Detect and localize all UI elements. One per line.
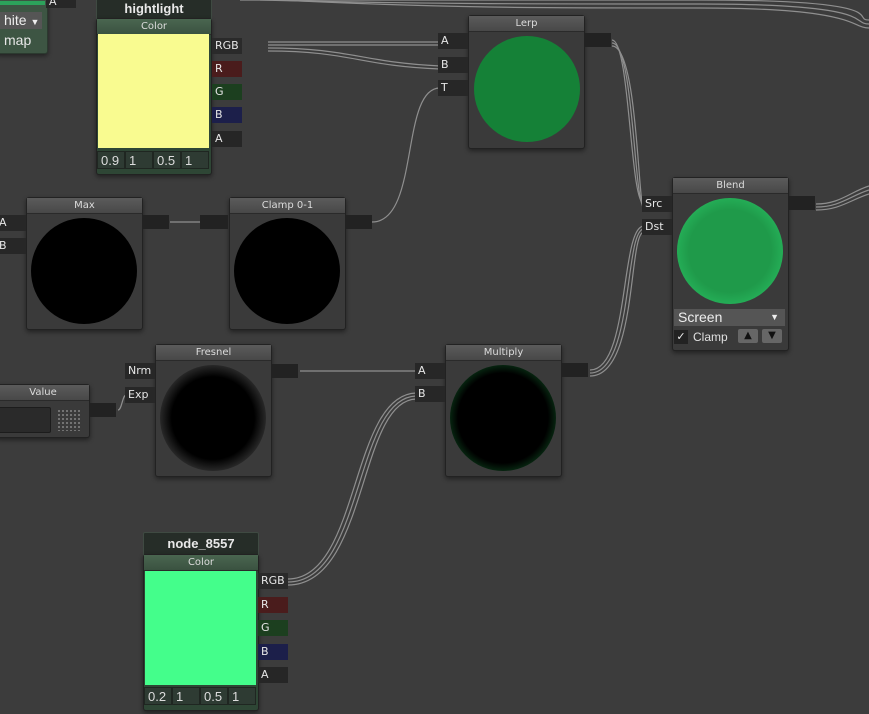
wire-blend-out (815, 185, 869, 205)
node8557-out-b[interactable]: B (258, 644, 288, 660)
multiply-in-a[interactable]: A (415, 363, 445, 379)
blend-clamp-checkbox[interactable]: ✓ (674, 330, 688, 344)
clamp-input-port[interactable] (200, 215, 228, 229)
arrow-down-icon: ▼ (768, 330, 776, 341)
lerp-node[interactable]: Lerp (468, 15, 585, 149)
dropdown-arrow-icon: ▼ (770, 312, 779, 322)
lerp-node-title: Lerp (469, 16, 584, 32)
wire-lerp-blend-src (611, 39, 645, 205)
topleft-map-label: map (4, 32, 32, 48)
blend-preview (677, 198, 783, 304)
highlight-out-a[interactable]: A (212, 131, 242, 147)
highlight-value-a[interactable]: 1 (181, 151, 209, 169)
fresnel-node[interactable]: Fresnel (155, 344, 272, 477)
fresnel-preview (160, 365, 266, 471)
max-node-title: Max (27, 198, 142, 214)
fresnel-output-port[interactable] (272, 364, 298, 378)
node8557-color-swatch[interactable] (145, 571, 256, 685)
highlight-value-g[interactable]: 1 (125, 151, 153, 169)
lerp-output-port[interactable] (585, 33, 611, 47)
node8557-value-b[interactable]: 0.5 (200, 687, 228, 705)
multiply-node-title: Multiply (446, 345, 561, 361)
topleft-dropdown-value: hite (4, 12, 27, 28)
node8557-out-r[interactable]: R (258, 597, 288, 613)
blend-move-down-button[interactable]: ▼ (762, 329, 782, 343)
highlight-out-r[interactable]: R (212, 61, 242, 77)
blend-output-port[interactable] (789, 196, 815, 210)
multiply-preview (450, 365, 556, 471)
value-node-title: Value (0, 385, 89, 401)
arrow-up-icon: ▲ (744, 330, 752, 341)
lerp-preview (474, 36, 580, 142)
lerp-in-a[interactable]: A (438, 33, 468, 49)
clamp-node[interactable]: Clamp 0-1 (229, 197, 346, 330)
lerp-in-t[interactable]: T (438, 80, 468, 96)
blend-mode-value: Screen (678, 309, 723, 325)
max-output-port[interactable] (143, 215, 169, 229)
highlight-out-rgb[interactable]: RGB (212, 38, 242, 54)
fresnel-node-title: Fresnel (156, 345, 271, 361)
lerp-in-b[interactable]: B (438, 57, 468, 73)
clamp-output-port[interactable] (346, 215, 372, 229)
max-node[interactable]: Max (26, 197, 143, 330)
highlight-name-bar[interactable]: hightlight (96, 0, 212, 20)
max-preview (31, 218, 137, 324)
multiply-in-b[interactable]: B (415, 386, 445, 402)
max-in-b[interactable]: B (0, 238, 26, 254)
blend-clamp-label: Clamp (693, 330, 728, 344)
highlight-node-title: Color (97, 19, 211, 35)
checkmark-icon: ✓ (676, 330, 686, 343)
node8557-node-title: Color (144, 555, 258, 571)
blend-move-up-button[interactable]: ▲ (738, 329, 758, 343)
node8557-value-g[interactable]: 1 (172, 687, 200, 705)
node8557-value-r[interactable]: 0.2 (144, 687, 172, 705)
value-grid-icon[interactable] (57, 409, 81, 431)
blend-in-dst[interactable]: Dst (642, 219, 672, 235)
topleft-dropdown[interactable]: hite ▼ (0, 12, 42, 29)
clamp-preview (234, 218, 340, 324)
value-output-port[interactable] (90, 403, 116, 417)
highlight-out-g[interactable]: G (212, 84, 242, 100)
wire-8557-multiply-b (287, 392, 417, 580)
blend-node-title: Blend (673, 178, 788, 194)
value-node[interactable]: Value (0, 384, 90, 438)
highlight-color-swatch[interactable] (98, 34, 209, 148)
node8557-out-a[interactable]: A (258, 667, 288, 683)
multiply-output-port[interactable] (562, 363, 588, 377)
highlight-value-r[interactable]: 0.9 (97, 151, 125, 169)
blend-in-src[interactable]: Src (642, 196, 672, 212)
fresnel-in-exp[interactable]: Exp (125, 387, 155, 403)
clamp-node-title: Clamp 0-1 (230, 198, 345, 214)
max-in-a[interactable]: A (0, 215, 26, 231)
blend-mode-dropdown[interactable]: Screen ▼ (674, 309, 785, 326)
node8557-value-a[interactable]: 1 (228, 687, 256, 705)
highlight-value-b[interactable]: 0.5 (153, 151, 181, 169)
wire-clamp-lerp-t (371, 87, 441, 223)
highlight-out-b[interactable]: B (212, 107, 242, 123)
multiply-node[interactable]: Multiply (445, 344, 562, 477)
node8557-name-bar[interactable]: node_8557 (143, 532, 259, 556)
fresnel-in-nrm[interactable]: Nrm (125, 363, 155, 379)
topleft-port-a[interactable]: A (46, 0, 76, 8)
value-input-field[interactable] (0, 407, 51, 433)
node8557-out-g[interactable]: G (258, 620, 288, 636)
dropdown-arrow-icon: ▼ (30, 17, 40, 27)
node8557-out-rgb[interactable]: RGB (258, 573, 288, 589)
wire-multiply-blend-dst (589, 225, 645, 371)
